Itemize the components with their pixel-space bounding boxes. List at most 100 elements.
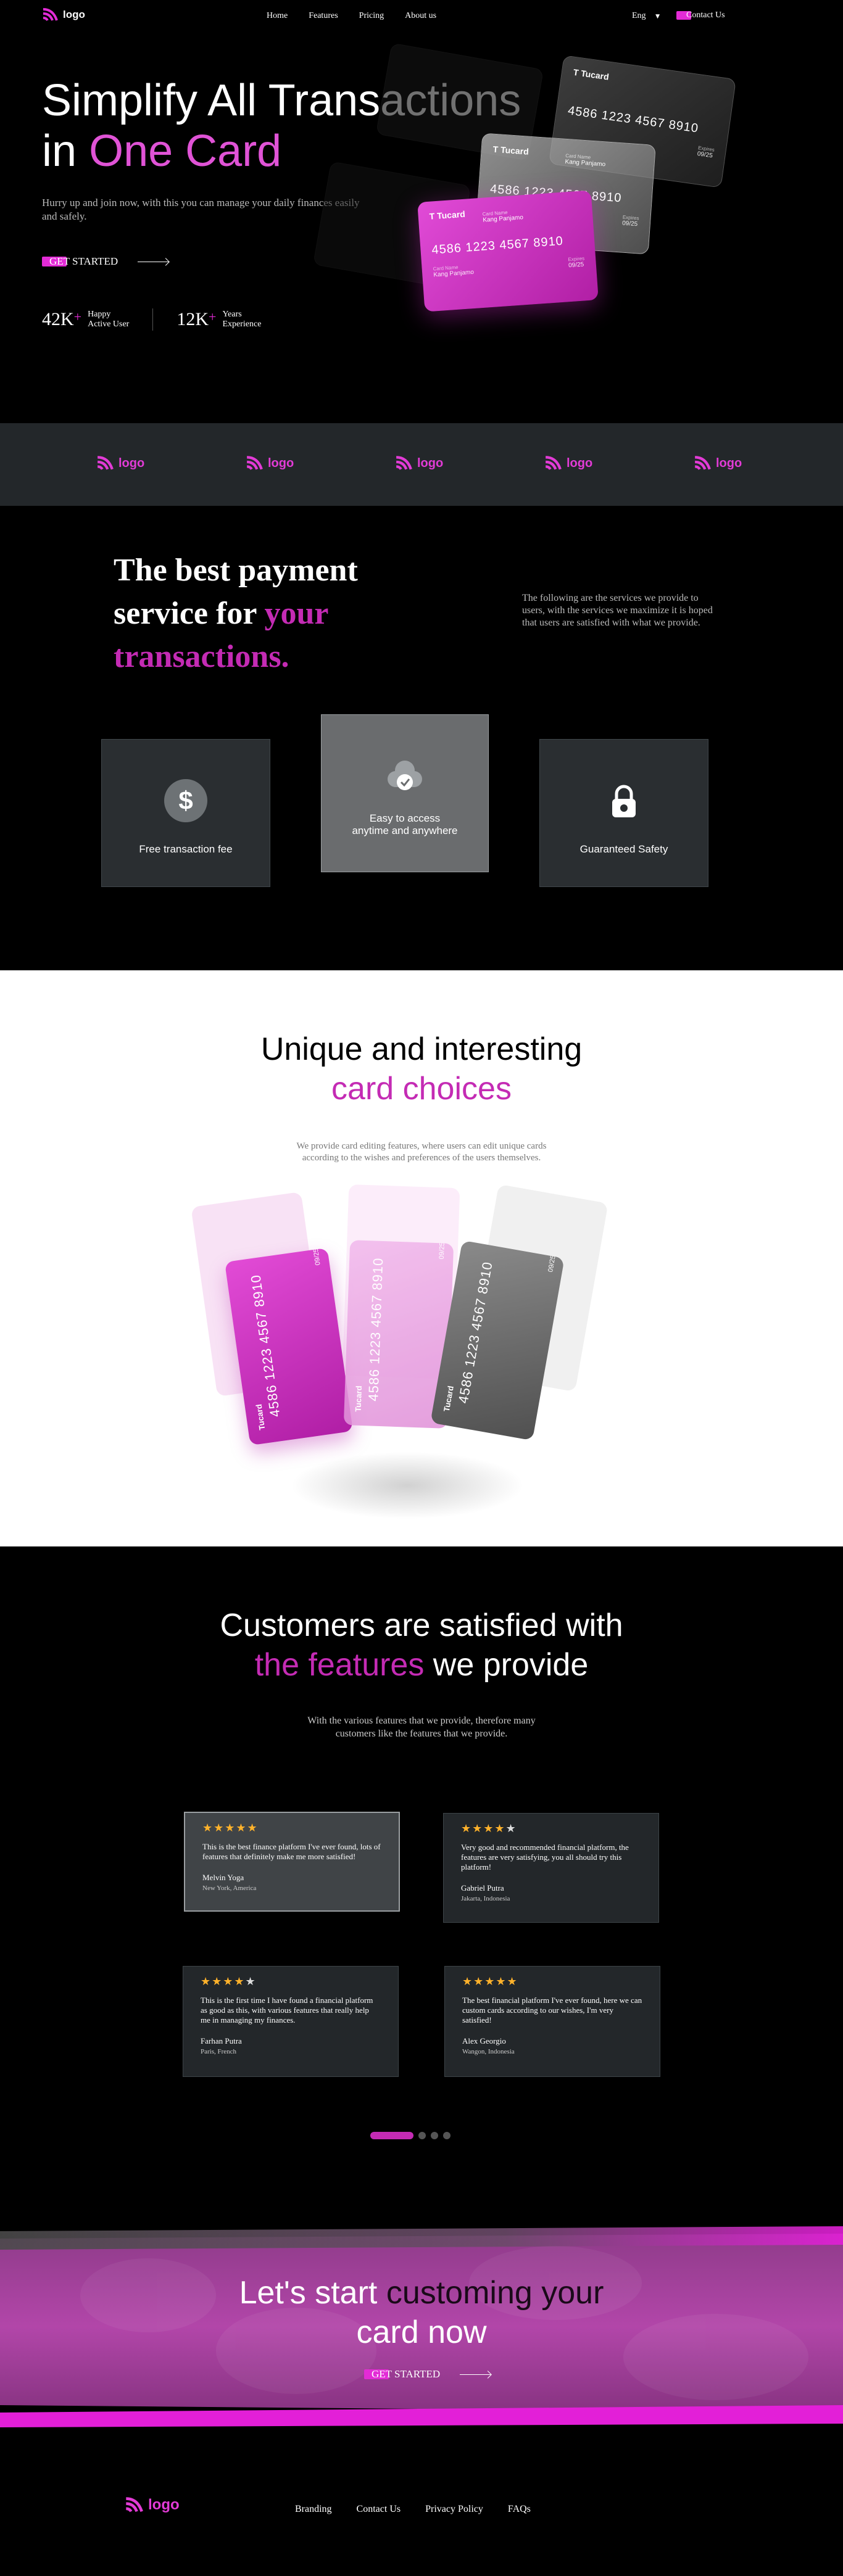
dollar-icon: $ [164, 779, 207, 822]
card-expiry: 09/25 [547, 1255, 558, 1273]
nav-logo[interactable]: logo [42, 8, 85, 22]
card-meta: Card Name Kang Panjamo Expires 09/25 [433, 255, 585, 278]
card-number: 4586 1223 4567 8910 [455, 1260, 496, 1405]
card-expiry: 09/25 [438, 1242, 447, 1260]
partner-logo: logo [395, 456, 443, 471]
nav-features[interactable]: Features [309, 11, 338, 21]
feature-card-free-fee[interactable]: $ Free transaction fee [101, 739, 270, 887]
star-rating: ★★★★★ [461, 1822, 517, 1835]
credit-card-pink: T Tucard Card Name Kang Panjamo 4586 1223… [417, 190, 599, 312]
stat-label: Happy [88, 310, 111, 319]
hero-stats: 42K+ Happy Active User 12K+ Years Experien… [42, 308, 261, 331]
stat-label: Experience [222, 320, 262, 329]
logo-icon [247, 456, 263, 470]
footer-logo[interactable]: logo [125, 2496, 180, 2514]
logo-icon [43, 8, 58, 22]
stat-plus: + [73, 309, 82, 324]
cloud-check-icon [383, 754, 426, 798]
logo-text: logo [268, 456, 294, 470]
reviewer-name: Melvin Yoga [202, 1873, 244, 1882]
partner-logo: logo [694, 456, 742, 471]
hero-title-in: in [42, 126, 77, 176]
pagination-dot[interactable] [431, 2132, 438, 2139]
review-text: This is the best finance platform I've e… [202, 1842, 381, 1861]
logo-text: logo [63, 9, 85, 20]
contact-button[interactable]: Contact Us [676, 10, 725, 20]
banner-get-started-button[interactable]: GET STARTED [364, 2368, 491, 2380]
footer-link-privacy[interactable]: Privacy Policy [425, 2504, 483, 2515]
review-card[interactable]: ★★★★★ This is the first time I have foun… [183, 1966, 399, 2077]
testimonials-title: Customers are satisfied with the feature… [0, 1606, 843, 1685]
reviewer-name: Farhan Putra [201, 2036, 242, 2046]
star-rating: ★★★★★ [201, 1975, 257, 1988]
title-highlight: your [264, 596, 329, 631]
feature-label: Easy to access anytime and anywhere [352, 812, 458, 836]
review-card[interactable]: ★★★★★ The best financial platform I've e… [444, 1966, 660, 2077]
review-card[interactable]: ★★★★★ This is the best finance platform … [184, 1812, 400, 1912]
stat-label: Years [222, 310, 242, 319]
footer: logo Branding Contact Us Privacy Policy … [0, 2447, 843, 2576]
hero-get-started-button[interactable]: GET STARTED [42, 255, 169, 268]
reviewer-location: New York, America [202, 1885, 257, 1892]
hero-subtitle: Hurry up and join now, with this you can… [42, 197, 360, 222]
logo-icon [396, 456, 412, 470]
card-holder: Card Name Kang Panjamo [565, 152, 606, 168]
expiry-value: 09/25 [568, 261, 584, 270]
logo-text: logo [417, 456, 444, 470]
stat-value: 42K [42, 309, 74, 329]
language-select[interactable]: Eng ▼ [632, 11, 660, 21]
nav-home[interactable]: Home [267, 11, 288, 21]
footer-link-contact[interactable]: Contact Us [357, 2504, 401, 2515]
cta-banner-section: Let's start customing your card now GET … [0, 2209, 843, 2447]
title-dark: customing your [386, 2275, 604, 2311]
star-rating: ★★★★★ [462, 1975, 518, 1988]
title-part: service for [114, 596, 257, 631]
pagination-dot[interactable] [418, 2132, 426, 2139]
banner-title: Let's start customing your card now [0, 2273, 843, 2352]
review-text: Very good and recommended financial plat… [461, 1843, 629, 1872]
logo-text: logo [567, 456, 593, 470]
services-title: The best payment service for your transa… [114, 549, 358, 679]
top-nav: logo Home Features Pricing About us Eng … [0, 0, 843, 35]
feature-card-safety[interactable]: Guaranteed Safety [539, 739, 708, 887]
review-text: This is the first time I have found a fi… [201, 1996, 373, 2025]
feature-label: Guaranteed Safety [579, 843, 668, 855]
expiry-label: Expires [622, 214, 639, 221]
pagination-dot[interactable] [443, 2132, 451, 2139]
footer-link-branding[interactable]: Branding [295, 2504, 332, 2515]
stat-plus: + [209, 309, 217, 324]
card-number: 4586 1223 4567 8910 [431, 234, 564, 257]
review-card[interactable]: ★★★★★ Very good and recommended financia… [443, 1813, 659, 1923]
card-brand: T Tucard [572, 67, 610, 82]
stat-experience: 12K+ Years Experience [176, 309, 261, 330]
logo-icon [98, 456, 114, 470]
card-option-pink[interactable]: 4586 1223 4567 8910 Tucard 09/25 [224, 1247, 354, 1446]
get-started-label: GET STARTED [49, 255, 118, 267]
title-highlight: transactions. [114, 639, 289, 674]
footer-link-faqs[interactable]: FAQs [508, 2504, 531, 2515]
nav-pricing[interactable]: Pricing [359, 11, 384, 21]
partner-logo: logo [544, 456, 592, 471]
card-holder: Card Name Kang Panjamo [482, 209, 524, 224]
pagination-dot-active[interactable] [370, 2132, 413, 2139]
language-value: Eng [632, 11, 646, 20]
partner-logo: logo [246, 456, 294, 471]
title-highlight: the features [254, 1647, 425, 1683]
card-brand: Tucard [353, 1385, 364, 1413]
feature-label: Free transaction fee [139, 843, 233, 855]
card-shadow [290, 1451, 525, 1519]
feature-card-easy-access[interactable]: Easy to access anytime and anywhere [321, 714, 489, 872]
carousel-pagination [370, 2132, 451, 2139]
nav-links: Home Features Pricing About us [267, 11, 436, 21]
reviewer-location: Paris, French [201, 2048, 237, 2055]
title-highlight: card choices [331, 1071, 512, 1107]
reviewer-location: Jakarta, Indonesia [461, 1895, 510, 1902]
reviewer-location: Wangon, Indonesia [462, 2048, 515, 2055]
expiry-value: 09/25 [621, 220, 638, 228]
review-text: The best financial platform I've ever fo… [462, 1996, 642, 2025]
card-number: 4586 1223 4567 8910 [247, 1273, 283, 1418]
title-part: we provide [433, 1647, 589, 1683]
partner-logo: logo [96, 456, 144, 471]
logo-icon [126, 2497, 143, 2512]
nav-about[interactable]: About us [405, 11, 436, 21]
